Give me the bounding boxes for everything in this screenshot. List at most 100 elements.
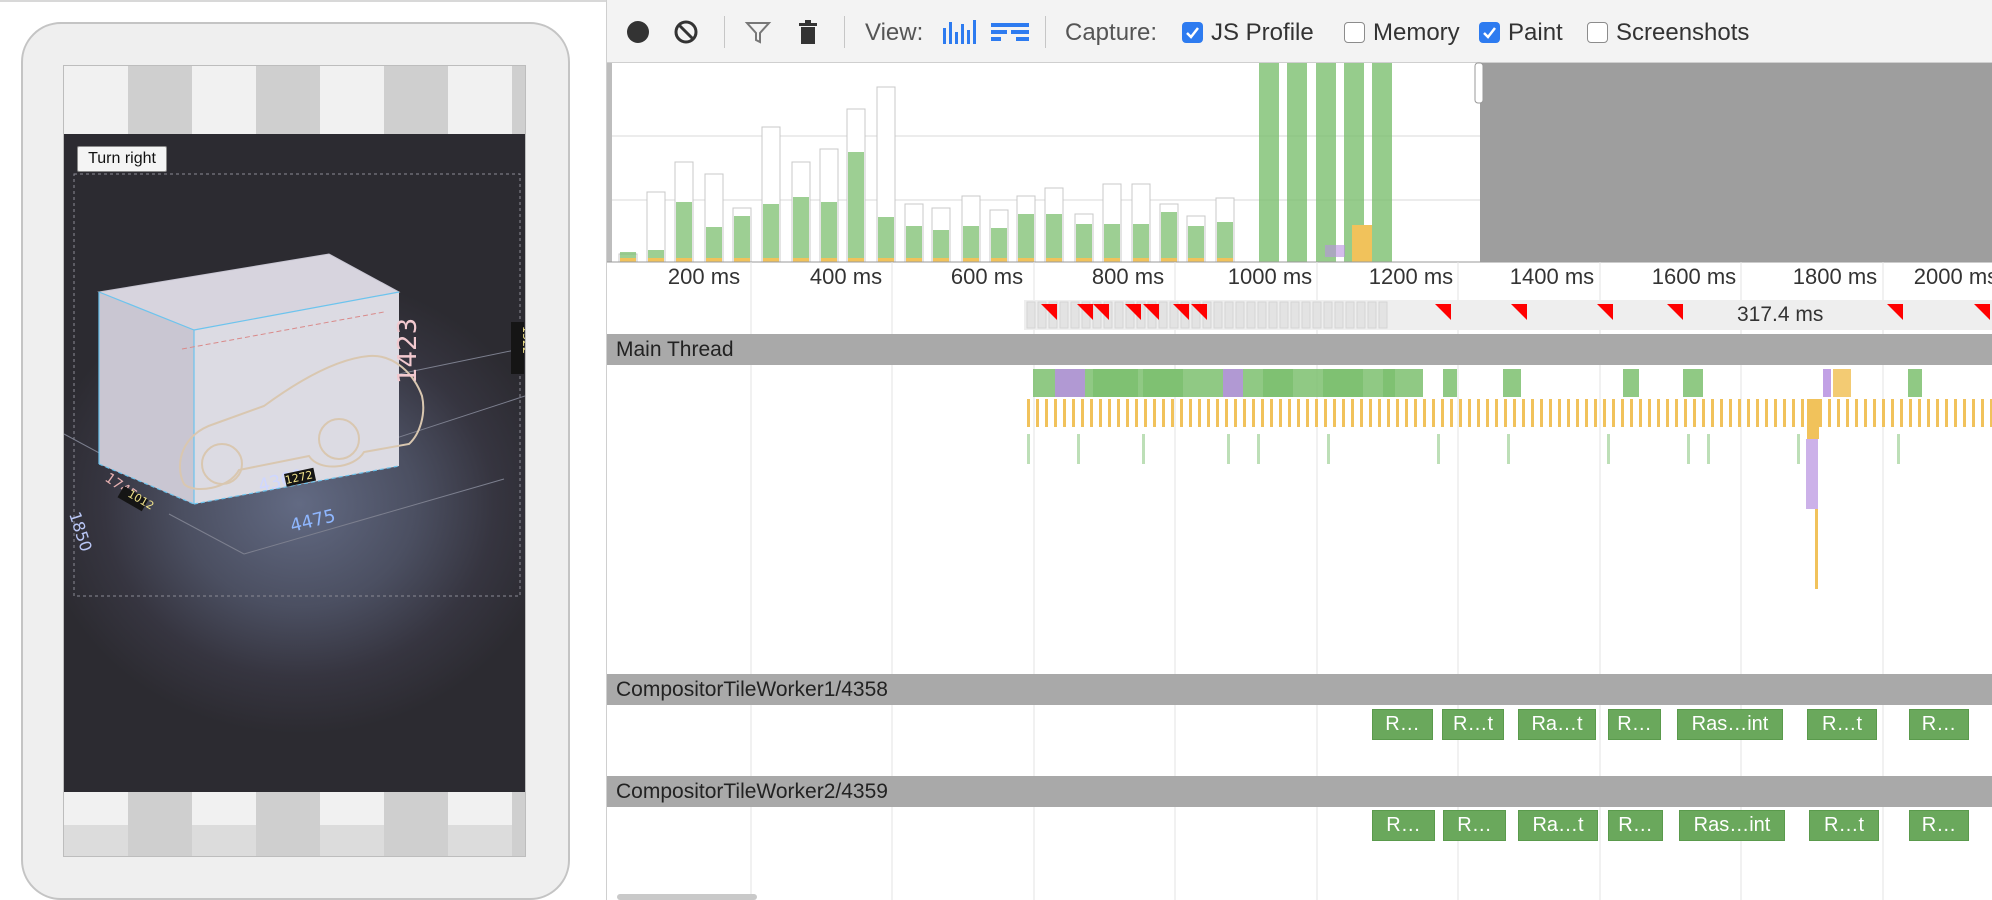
overview-paint-bar — [991, 228, 1007, 262]
flame-thin-slice — [1765, 399, 1768, 427]
flame-thin-slice — [1972, 399, 1975, 427]
flame-thin-slice — [1531, 399, 1534, 427]
flame-thin-slice — [1792, 399, 1795, 427]
overview-paint-bar — [906, 226, 922, 262]
flame-segment — [1623, 369, 1639, 397]
flame-thin-slice — [1180, 399, 1183, 427]
flame-thin-slice — [1585, 399, 1588, 427]
flame-deep-slice — [1507, 434, 1510, 464]
overview-script-bar — [676, 258, 692, 262]
flame-deep-slice — [1687, 434, 1690, 464]
flame-thin-slice — [1495, 399, 1498, 427]
flame-thin-slice — [1468, 399, 1471, 427]
flame-thin-slice — [1621, 399, 1624, 427]
flame-deep-slice — [1806, 439, 1818, 509]
flame-thin-slice — [1801, 399, 1804, 427]
horizontal-scrollbar[interactable] — [617, 894, 757, 900]
flame-deep-slice — [1707, 434, 1710, 464]
flame-thin-slice — [1684, 399, 1687, 427]
main-thread-title: Main Thread — [616, 338, 734, 361]
worker2-title: CompositorTileWorker2/4359 — [616, 780, 888, 803]
flame-segment — [1323, 369, 1363, 397]
flame-thin-slice — [1738, 399, 1741, 427]
frame-block — [1301, 301, 1311, 329]
flame-thin-slice — [1189, 399, 1192, 427]
raster-task[interactable]: R…t — [1442, 709, 1504, 740]
flame-thin-slice — [1909, 399, 1912, 427]
overview-script-bar — [1161, 258, 1177, 262]
timeline-canvas[interactable] — [607, 0, 1992, 900]
main-thread-header[interactable]: Main Thread — [607, 334, 1992, 365]
height-dimension-label: 1423 — [393, 318, 423, 384]
raster-task[interactable]: R… — [1608, 709, 1661, 740]
raster-task[interactable]: R… — [1909, 709, 1969, 740]
overview-script-bar — [906, 258, 922, 262]
flame-thin-slice — [1603, 399, 1606, 427]
flame-segment — [1055, 369, 1085, 397]
flame-thin-slice — [1135, 399, 1138, 427]
flame-deep-slice — [1437, 434, 1440, 464]
flame-thin-slice — [1873, 399, 1876, 427]
flame-segment — [1833, 369, 1851, 397]
raster-task[interactable]: Ras…int — [1679, 810, 1785, 841]
overview-paint-bar — [1133, 224, 1149, 262]
flame-deep-slice — [1227, 434, 1230, 464]
flame-segment — [1263, 369, 1293, 397]
raster-task[interactable]: R… — [1443, 810, 1506, 841]
raster-task[interactable]: R… — [1909, 810, 1969, 841]
frame-block — [1070, 301, 1080, 329]
flame-thin-slice — [1036, 399, 1039, 427]
flame-thin-slice — [1252, 399, 1255, 427]
raster-task[interactable]: R…t — [1807, 709, 1877, 740]
overview-paint-bar — [1188, 226, 1204, 262]
flame-deep-slice — [1077, 434, 1080, 464]
raster-task[interactable]: Ra…t — [1518, 709, 1596, 740]
flame-thin-slice — [1774, 399, 1777, 427]
flame-deep-slice — [1797, 434, 1800, 464]
frame-block — [1334, 301, 1344, 329]
raster-task[interactable]: R… — [1372, 810, 1435, 841]
flame-thin-slice — [1288, 399, 1291, 427]
flame-thin-slice — [1855, 399, 1858, 427]
frame-block — [1026, 301, 1036, 329]
checkerboard-top — [64, 66, 525, 134]
flame-thin-slice — [1819, 399, 1822, 427]
flame-thin-slice — [1513, 399, 1516, 427]
raster-task[interactable]: Ra…t — [1518, 810, 1598, 841]
flame-thin-slice — [1657, 399, 1660, 427]
flame-deep-slice — [1897, 434, 1900, 464]
frame-block — [1268, 301, 1278, 329]
flame-thin-slice — [1324, 399, 1327, 427]
flame-thin-slice — [1540, 399, 1543, 427]
overview-paint-bar — [878, 217, 894, 262]
flame-thin-slice — [1918, 399, 1921, 427]
flame-thin-slice — [1954, 399, 1957, 427]
worker1-header[interactable]: CompositorTileWorker1/4358 — [607, 674, 1992, 705]
worker2-header[interactable]: CompositorTileWorker2/4359 — [607, 776, 1992, 807]
device-screen: 1423 4360 4475 1850 1745 1012 1272 1322 … — [63, 65, 526, 857]
raster-task[interactable]: R… — [1372, 709, 1433, 740]
selected-frame-duration[interactable]: 317.4 ms — [1737, 303, 1823, 327]
turn-right-button[interactable]: Turn right — [77, 146, 167, 172]
flame-thin-slice — [1414, 399, 1417, 427]
flame-thin-slice — [1828, 399, 1831, 427]
flame-thin-slice — [1576, 399, 1579, 427]
overview-paint-bar — [1076, 224, 1092, 262]
raster-task[interactable]: R… — [1608, 810, 1663, 841]
overview-render-bar — [1325, 245, 1345, 257]
raster-task[interactable]: R…t — [1809, 810, 1879, 841]
flame-thin-slice — [1297, 399, 1300, 427]
ruler-tick-label: 1400 ms — [1509, 264, 1595, 289]
flame-thin-slice — [1045, 399, 1048, 427]
overview-paint-bar — [821, 202, 837, 262]
overview-script-bar — [1018, 258, 1034, 262]
raster-task[interactable]: Ras…int — [1677, 709, 1783, 740]
ruler-tick-label: 1200 ms — [1368, 264, 1454, 289]
flame-deep-slice — [1257, 434, 1260, 464]
flame-thin-slice — [1081, 399, 1084, 427]
flame-deep-slice — [1142, 434, 1145, 464]
flame-segment — [1143, 369, 1183, 397]
flame-thin-slice — [1315, 399, 1318, 427]
overview-left-handle — [607, 63, 612, 262]
flame-segment — [1443, 369, 1457, 397]
